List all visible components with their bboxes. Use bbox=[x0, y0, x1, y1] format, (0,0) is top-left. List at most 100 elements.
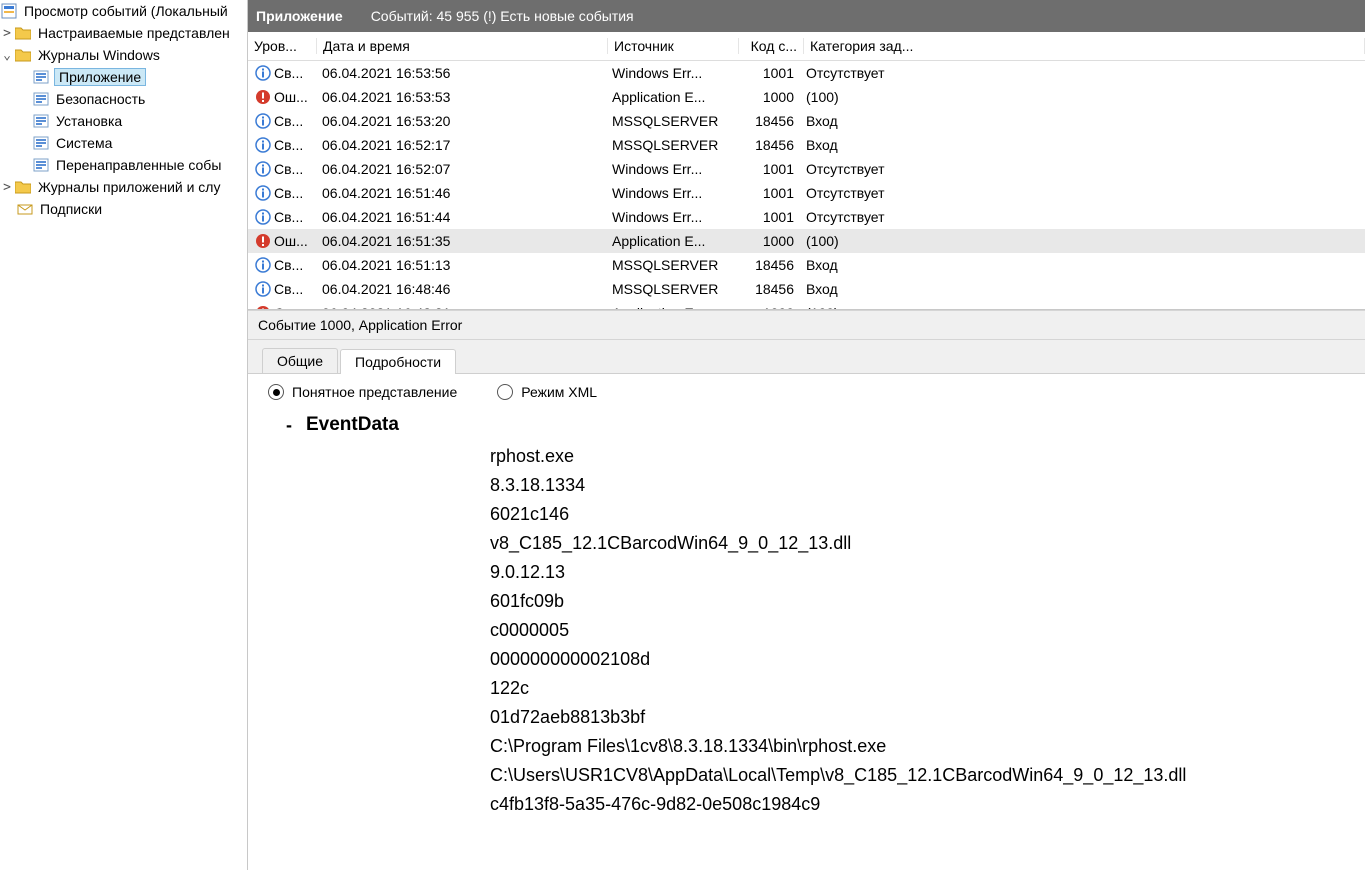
log-icon bbox=[32, 135, 50, 151]
info-icon bbox=[254, 137, 272, 153]
cell-level: Св... bbox=[274, 185, 303, 201]
cell-datetime: 06.04.2021 16:51:35 bbox=[316, 233, 606, 249]
cell-source: Windows Err... bbox=[606, 185, 736, 201]
cell-code: 18456 bbox=[736, 137, 800, 153]
tree-security-log[interactable]: Безопасность bbox=[0, 88, 247, 110]
log-icon bbox=[32, 157, 50, 173]
tree-app-services[interactable]: > Журналы приложений и слу bbox=[0, 176, 247, 198]
radio-label: Режим XML bbox=[521, 384, 597, 400]
cell-category: Отсутствует bbox=[800, 185, 1365, 201]
col-source[interactable]: Источник bbox=[608, 38, 739, 54]
tree-setup-log[interactable]: Установка bbox=[0, 110, 247, 132]
cell-datetime: 06.04.2021 16:53:53 bbox=[316, 89, 606, 105]
content-header: Приложение Событий: 45 955 (!) Есть новы… bbox=[248, 0, 1365, 32]
tree-label: Журналы Windows bbox=[36, 46, 162, 64]
cell-category: Отсутствует bbox=[800, 209, 1365, 225]
event-row[interactable]: Ош...06.04.2021 16:51:35Application E...… bbox=[248, 229, 1365, 253]
tree-label: Приложение bbox=[54, 68, 146, 86]
cell-datetime: 06.04.2021 16:53:20 bbox=[316, 113, 606, 129]
header-stats: Событий: 45 955 (!) Есть новые события bbox=[371, 8, 634, 24]
event-row[interactable]: Св...06.04.2021 16:51:46Windows Err...10… bbox=[248, 181, 1365, 205]
tree-custom-views[interactable]: > Настраиваемые представлен bbox=[0, 22, 247, 44]
col-code[interactable]: Код с... bbox=[739, 38, 804, 54]
eventdata-item: 9.0.12.13 bbox=[490, 558, 1349, 587]
col-category[interactable]: Категория зад... bbox=[804, 38, 1365, 54]
cell-source: Windows Err... bbox=[606, 65, 736, 81]
event-row[interactable]: Св...06.04.2021 16:48:46MSSQLSERVER18456… bbox=[248, 277, 1365, 301]
radio-xml-view[interactable]: Режим XML bbox=[497, 384, 597, 400]
event-row[interactable]: Ош...06.04.2021 16:53:53Application E...… bbox=[248, 85, 1365, 109]
info-icon bbox=[254, 185, 272, 201]
subscription-icon bbox=[16, 201, 34, 217]
cell-category: (100) bbox=[800, 89, 1365, 105]
event-row[interactable]: Св...06.04.2021 16:53:20MSSQLSERVER18456… bbox=[248, 109, 1365, 133]
event-row[interactable]: Ош...06.04.2021 16:48:31Application E...… bbox=[248, 301, 1365, 309]
expand-icon[interactable]: > bbox=[0, 26, 14, 41]
cell-level: Св... bbox=[274, 65, 303, 81]
header-title: Приложение bbox=[256, 8, 343, 24]
collapse-icon[interactable]: - bbox=[286, 414, 292, 436]
folder-icon bbox=[14, 179, 32, 195]
eventdata-title: EventData bbox=[306, 414, 399, 436]
collapse-icon[interactable]: ⌄ bbox=[0, 48, 14, 63]
cell-code: 1001 bbox=[736, 161, 800, 177]
cell-code: 1000 bbox=[736, 233, 800, 249]
column-headers[interactable]: Уров... Дата и время Источник Код с... К… bbox=[248, 32, 1365, 61]
tree-label: Подписки bbox=[38, 200, 104, 218]
info-icon bbox=[254, 65, 272, 81]
eventdata-item: C:\Program Files\1cv8\8.3.18.1334\bin\rp… bbox=[490, 732, 1349, 761]
eventdata-item: v8_C185_12.1CBarcodWin64_9_0_12_13.dll bbox=[490, 529, 1349, 558]
error-icon bbox=[254, 305, 272, 309]
cell-category: Вход bbox=[800, 281, 1365, 297]
event-row[interactable]: Св...06.04.2021 16:53:56Windows Err...10… bbox=[248, 61, 1365, 85]
tree-system-log[interactable]: Система bbox=[0, 132, 247, 154]
tree-forwarded-log[interactable]: Перенаправленные собы bbox=[0, 154, 247, 176]
cell-level: Ош... bbox=[274, 89, 308, 105]
radio-icon bbox=[268, 384, 284, 400]
radio-friendly-view[interactable]: Понятное представление bbox=[268, 384, 457, 400]
event-row[interactable]: Св...06.04.2021 16:51:13MSSQLSERVER18456… bbox=[248, 253, 1365, 277]
tree-subscriptions[interactable]: Подписки bbox=[0, 198, 247, 220]
cell-level: Ош... bbox=[274, 305, 308, 309]
cell-datetime: 06.04.2021 16:51:46 bbox=[316, 185, 606, 201]
eventdata-item: 01d72aeb8813b3bf bbox=[490, 703, 1349, 732]
tab-general[interactable]: Общие bbox=[262, 348, 338, 373]
cell-code: 18456 bbox=[736, 113, 800, 129]
event-row[interactable]: Св...06.04.2021 16:52:17MSSQLSERVER18456… bbox=[248, 133, 1365, 157]
cell-category: (100) bbox=[800, 305, 1365, 309]
expand-icon[interactable]: > bbox=[0, 180, 14, 195]
cell-category: Отсутствует bbox=[800, 65, 1365, 81]
cell-source: MSSQLSERVER bbox=[606, 257, 736, 273]
col-datetime[interactable]: Дата и время bbox=[317, 38, 608, 54]
eventdata-values: rphost.exe8.3.18.13346021c146v8_C185_12.… bbox=[490, 442, 1349, 819]
cell-datetime: 06.04.2021 16:51:13 bbox=[316, 257, 606, 273]
log-icon bbox=[32, 91, 50, 107]
cell-datetime: 06.04.2021 16:48:46 bbox=[316, 281, 606, 297]
cell-source: MSSQLSERVER bbox=[606, 113, 736, 129]
event-list[interactable]: Уров... Дата и время Источник Код с... К… bbox=[248, 32, 1365, 310]
cell-code: 1000 bbox=[736, 89, 800, 105]
tree-root[interactable]: Просмотр событий (Локальный bbox=[0, 0, 247, 22]
cell-source: Windows Err... bbox=[606, 161, 736, 177]
col-level[interactable]: Уров... bbox=[248, 38, 317, 54]
tree-label: Журналы приложений и слу bbox=[36, 178, 222, 196]
eventdata-item: c4fb13f8-5a35-476c-9d82-0e508c1984c9 bbox=[490, 790, 1349, 819]
tree-label: Перенаправленные собы bbox=[54, 156, 223, 174]
tree-windows-logs[interactable]: ⌄ Журналы Windows bbox=[0, 44, 247, 66]
eventdata-item: 122c bbox=[490, 674, 1349, 703]
cell-category: Отсутствует bbox=[800, 161, 1365, 177]
tab-details[interactable]: Подробности bbox=[340, 349, 456, 374]
event-detail-title: Событие 1000, Application Error bbox=[248, 310, 1365, 340]
event-row[interactable]: Св...06.04.2021 16:51:44Windows Err...10… bbox=[248, 205, 1365, 229]
detail-tabs: Общие Подробности bbox=[248, 340, 1365, 373]
cell-code: 1001 bbox=[736, 209, 800, 225]
navigation-tree[interactable]: Просмотр событий (Локальный > Настраивае… bbox=[0, 0, 248, 870]
error-icon bbox=[254, 89, 272, 105]
info-icon bbox=[254, 257, 272, 273]
cell-datetime: 06.04.2021 16:52:17 bbox=[316, 137, 606, 153]
cell-source: Windows Err... bbox=[606, 209, 736, 225]
tree-application-log[interactable]: Приложение bbox=[0, 66, 247, 88]
event-row[interactable]: Св...06.04.2021 16:52:07Windows Err...10… bbox=[248, 157, 1365, 181]
cell-datetime: 06.04.2021 16:51:44 bbox=[316, 209, 606, 225]
cell-level: Ош... bbox=[274, 233, 308, 249]
